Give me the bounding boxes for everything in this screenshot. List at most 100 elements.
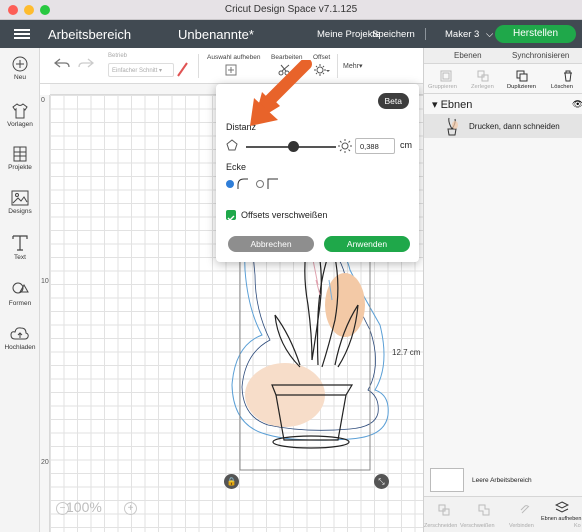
panel-tabs: Ebenen Synchronisieren xyxy=(424,48,582,64)
corner-label: Ecke xyxy=(226,162,247,172)
layers-heading-text: Ebnen xyxy=(440,99,473,111)
group-icon[interactable] xyxy=(440,70,452,82)
blank-canvas-swatch[interactable] xyxy=(430,468,464,492)
ruler-tick: 20 xyxy=(41,459,49,466)
layers-panel: Ebenen Synchronisieren Gruppieren Zerleg… xyxy=(423,48,582,532)
sidebar-item-projects[interactable]: Projekte xyxy=(0,146,40,171)
toolbar-divider xyxy=(198,54,199,78)
text-t-icon xyxy=(12,235,28,251)
layer-item[interactable]: Drucken, dann schneiden xyxy=(424,114,582,138)
ruler-tick: 0 xyxy=(41,97,45,104)
zoom-in-button[interactable]: + xyxy=(124,502,137,515)
small-offset-icon xyxy=(226,139,238,151)
redo-icon[interactable] xyxy=(78,58,94,70)
layer-tools: Gruppieren Zerlegen Duplizieren Löschen xyxy=(424,64,582,94)
ungroup-icon[interactable] xyxy=(477,70,489,82)
window-title: Cricut Design Space v7.1.125 xyxy=(224,4,358,15)
trash-icon[interactable] xyxy=(563,70,573,82)
sidebar-label-projects: Projekte xyxy=(8,164,32,171)
header-divider xyxy=(425,28,426,40)
cloud-upload-icon xyxy=(10,327,29,340)
layer-name: Drucken, dann schneiden xyxy=(469,122,560,131)
area-title: Arbeitsbereich xyxy=(48,27,132,42)
layer-thumbnail-icon xyxy=(447,117,458,136)
app-header: Arbeitsbereich Unbenannte* Meine Projekt… xyxy=(0,20,582,48)
corner-rounded-radio[interactable] xyxy=(226,180,234,188)
sidebar-item-designs[interactable]: Designs xyxy=(0,190,40,215)
duplicate-label: Duplizieren xyxy=(507,84,536,90)
arrow-annotation-icon xyxy=(250,60,312,126)
caret-down-icon: ▾ xyxy=(159,68,163,74)
lock-icon[interactable]: 🔒 xyxy=(224,474,239,489)
image-icon xyxy=(11,190,29,206)
operation-label: Betrieb xyxy=(108,53,128,59)
my-projects-link[interactable]: Meine Projekte xyxy=(317,29,380,40)
tab-sync[interactable]: Synchronisieren xyxy=(512,51,569,60)
slice-icon[interactable] xyxy=(438,504,450,516)
square-corner-icon xyxy=(267,178,278,189)
ruler-left: 0 10 20 xyxy=(40,95,50,532)
attach-label: Verbinden xyxy=(509,523,534,529)
distance-input[interactable]: 0,388 xyxy=(355,138,395,154)
duplicate-icon[interactable] xyxy=(516,70,528,82)
operation-value: Einfacher Schnitt xyxy=(112,68,158,74)
sidebar-item-text[interactable]: Text xyxy=(0,234,40,261)
weld-label: Offsets verschweißen xyxy=(241,210,328,220)
sidebar-label-new: Neu xyxy=(14,74,26,81)
cancel-button[interactable]: Abbrechen xyxy=(228,236,314,252)
flatten-icon[interactable] xyxy=(555,501,569,515)
pen-color-icon[interactable] xyxy=(177,61,189,77)
shapes-icon xyxy=(12,282,29,294)
more-menu[interactable]: Mehr▾ xyxy=(343,62,362,70)
distance-slider-knob[interactable] xyxy=(288,141,299,152)
check-icon xyxy=(227,215,235,221)
sidebar-item-new[interactable]: Neu xyxy=(0,56,40,81)
sidebar-label-upload: Hochladen xyxy=(4,344,36,351)
resize-handle-icon[interactable]: ⤡ xyxy=(374,474,389,489)
sidebar-label-shapes: Formen xyxy=(8,300,32,307)
operation-select[interactable]: Einfacher Schnitt ▾ xyxy=(108,63,174,77)
group-label: Gruppieren xyxy=(428,84,458,90)
sidebar-item-templates[interactable]: Vorlagen xyxy=(0,103,40,128)
apply-button[interactable]: Anwenden xyxy=(324,236,410,252)
weld-checkbox[interactable] xyxy=(226,210,236,221)
machine-select[interactable]: Maker 3 ⌵ xyxy=(445,29,493,40)
attach-icon[interactable] xyxy=(519,504,531,516)
zoom-level: 100% xyxy=(66,499,102,515)
corner-square-radio[interactable] xyxy=(256,180,264,188)
sidebar-item-upload[interactable]: Hochladen xyxy=(0,326,40,351)
distance-unit: cm xyxy=(400,140,412,150)
large-offset-icon xyxy=(338,139,352,153)
blank-canvas-row[interactable]: Leere Arbeitsbereich xyxy=(430,468,582,492)
window-titlebar: Cricut Design Space v7.1.125 xyxy=(0,0,582,20)
grid-bookmark-icon xyxy=(13,146,27,162)
visibility-eye-icon[interactable]: 👁 xyxy=(572,99,582,110)
weld-icon[interactable] xyxy=(478,504,490,516)
tab-layers[interactable]: Ebenen xyxy=(454,51,482,60)
more-label: Mehr xyxy=(343,63,359,70)
sidebar-label-designs: Designs xyxy=(8,208,32,215)
offset-icon[interactable] xyxy=(314,64,330,76)
layer-actions-bar: Zerschneiden Verschweißen Verbinden Ebne… xyxy=(424,496,582,532)
offset-label: Offset xyxy=(313,54,331,61)
left-sidebar: Neu Vorlagen Projekte Designs Text Forme… xyxy=(0,48,40,532)
unflatten-label: Ebnen aufheben xyxy=(541,516,582,522)
sidebar-item-shapes[interactable]: Formen xyxy=(0,280,40,307)
caret-down-icon[interactable]: ▾ xyxy=(432,99,438,111)
undo-icon[interactable] xyxy=(54,58,70,70)
make-button[interactable]: Herstellen xyxy=(495,25,576,43)
chevron-down-icon: ⌵ xyxy=(485,29,494,40)
blank-canvas-label: Leere Arbeitsbereich xyxy=(472,477,532,484)
plus-circle-icon xyxy=(12,56,28,72)
sidebar-label-text: Text xyxy=(14,254,26,261)
slice-label: Zerschneiden xyxy=(424,523,458,529)
project-title[interactable]: Unbenannte* xyxy=(178,27,254,42)
caret-down-icon: ▾ xyxy=(358,63,363,70)
toolbar-divider xyxy=(337,54,338,78)
menu-icon[interactable] xyxy=(14,29,30,39)
delete-label: Löschen xyxy=(551,84,573,90)
save-link[interactable]: Speichern xyxy=(372,29,415,40)
beta-badge: Beta xyxy=(377,93,409,109)
machine-label: Maker 3 xyxy=(445,29,480,40)
contour-label: Ko xyxy=(574,523,581,529)
